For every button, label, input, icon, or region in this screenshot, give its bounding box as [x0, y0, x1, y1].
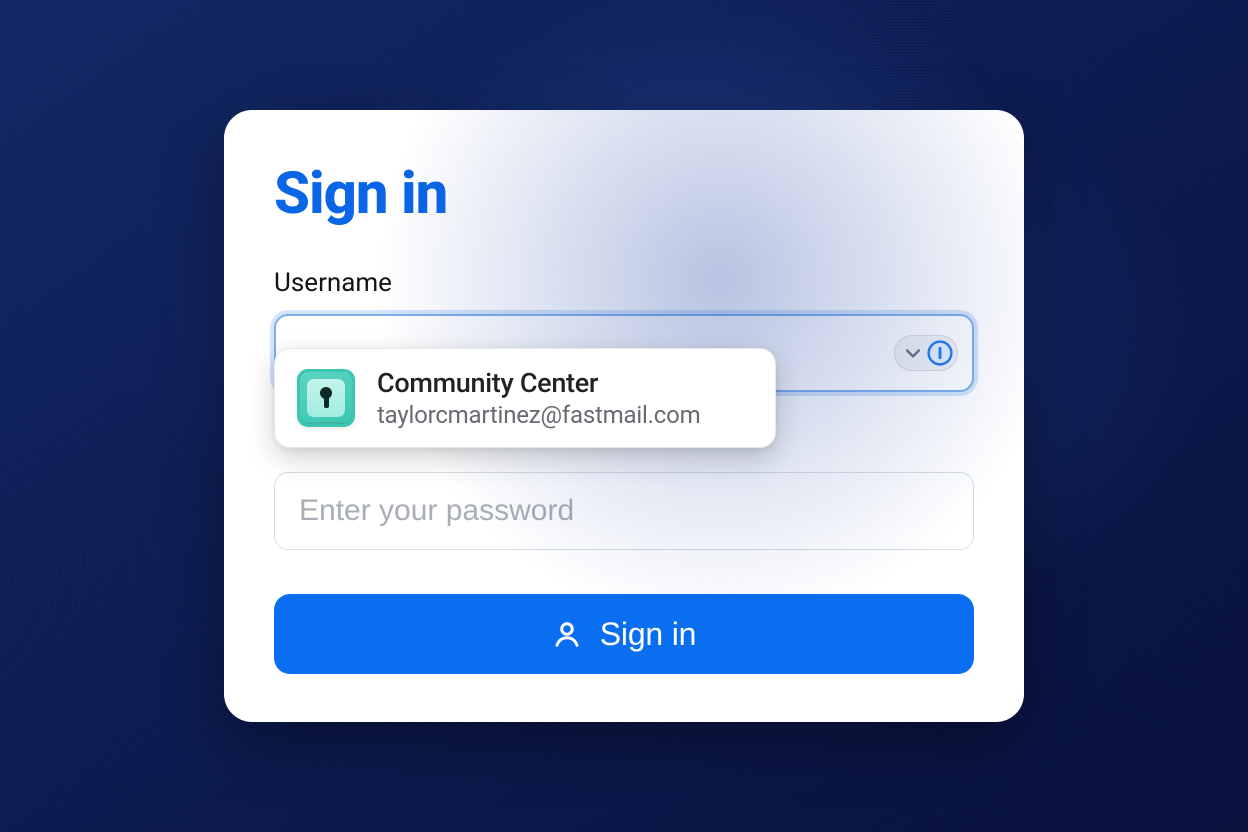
chevron-down-icon [903, 343, 923, 363]
signin-button-label: Sign in [600, 616, 696, 653]
login-item-icon [297, 369, 355, 427]
autofill-suggestion[interactable]: Community Center taylorcmartinez@fastmai… [274, 348, 776, 448]
password-manager-pill[interactable] [894, 335, 958, 371]
suggestion-subtitle: taylorcmartinez@fastmail.com [377, 401, 700, 429]
signin-card: Sign in Username [224, 110, 1024, 722]
page-title: Sign in [274, 160, 974, 228]
signin-button[interactable]: Sign in [274, 594, 974, 674]
password-input[interactable] [297, 473, 893, 549]
suggestion-title: Community Center [377, 367, 700, 399]
username-field-block: Username [274, 268, 974, 392]
username-label: Username [274, 268, 974, 298]
suggestion-text: Community Center taylorcmartinez@fastmai… [377, 367, 700, 429]
user-icon [552, 619, 582, 649]
password-input-wrap [274, 472, 974, 550]
onepassword-icon [927, 340, 953, 366]
